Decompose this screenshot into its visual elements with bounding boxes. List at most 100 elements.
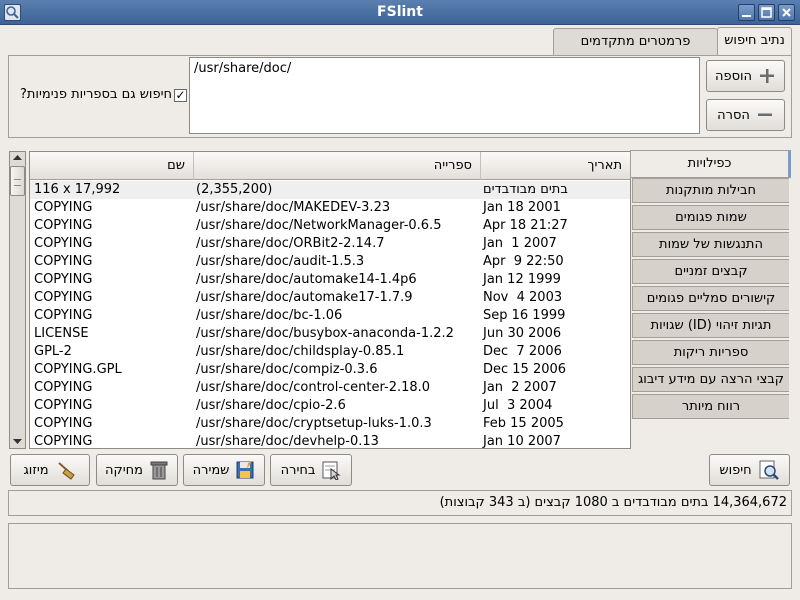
side-tab-4[interactable]: קבצים זמניים (632, 259, 789, 284)
table-row[interactable]: COPYING/usr/share/doc/control-center-2.1… (30, 379, 630, 397)
cell-name: COPYING (34, 254, 93, 269)
recurse-label: חיפוש גם בספריות פנימיות? (19, 87, 172, 102)
cell-date: Feb 15 2005 (483, 416, 564, 431)
table-row[interactable]: COPYING/usr/share/doc/cpio-2.6 Jul 3 2004 (30, 397, 630, 415)
status-bar: 14,364,672 בתים מבודבדים ב 1080 קבצים (ב… (8, 490, 792, 516)
cell-directory: /usr/share/doc/automake14-1.4p6 (196, 272, 417, 287)
side-tab-5[interactable]: קישורים סמליים פגומים (632, 286, 789, 311)
cell-name: LICENSE (34, 326, 89, 341)
table-row[interactable]: COPYING/usr/share/doc/ORBit2-2.14.7 Jan 1… (30, 235, 630, 253)
side-tab-2[interactable]: שמות פגומים (632, 205, 789, 230)
cell-directory: /usr/share/doc/audit-1.5.3 (196, 254, 365, 269)
cell-date: Jan 10 2007 (483, 434, 561, 449)
column-header-directory[interactable]: ספרייה (194, 152, 481, 180)
cell-directory: /usr/share/doc/NetworkManager-0.6.5 (196, 218, 442, 233)
results-list[interactable]: שם ספרייה תאריך 116 x 17,992 (2,355,200) ב… (29, 151, 631, 449)
scroll-thumb[interactable] (10, 166, 25, 196)
table-row[interactable]: COPYING/usr/share/doc/devhelp-0.13 Jan 10… (30, 433, 630, 449)
side-tab-7[interactable]: ספריות ריקות (632, 340, 789, 365)
cell-directory: (2,355,200) (196, 182, 273, 197)
add-path-button[interactable]: הוספה (706, 60, 785, 92)
cell-name: COPYING (34, 200, 93, 215)
cell-date: Jun 30 2006 (483, 326, 562, 341)
remove-path-label: הסרה (717, 107, 750, 123)
cell-directory: /usr/share/doc/bc-1.06 (196, 308, 343, 323)
cell-name: COPYING (34, 308, 93, 323)
table-row[interactable]: 116 x 17,992 (2,355,200) בתים מבודבדים (30, 181, 630, 199)
cell-directory: /usr/share/doc/cryptsetup-luks-1.0.3 (196, 416, 432, 431)
cell-name: COPYING (34, 236, 93, 251)
remove-path-button[interactable]: הסרה (706, 99, 785, 131)
merge-label: מיזוג (23, 462, 49, 478)
magnifier-icon[interactable] (4, 4, 21, 21)
status-text: 14,364,672 בתים מבודבדים ב 1080 קבצים (ב… (439, 495, 787, 510)
side-tab-3[interactable]: התנגשות של שמות (632, 232, 789, 257)
cell-directory: /usr/share/doc/ORBit2-2.14.7 (196, 236, 385, 251)
search-path-item[interactable]: /usr/share/doc/ (194, 61, 695, 76)
cell-date: Jan 12 1999 (483, 272, 561, 287)
merge-button[interactable]: מיזוג (10, 454, 90, 486)
find-label: חיפוש (719, 462, 752, 478)
cell-name: GPL-2 (34, 344, 72, 359)
table-row[interactable]: COPYING/usr/share/doc/automake17-1.7.9 No… (30, 289, 630, 307)
table-row[interactable]: COPYING.GPL/usr/share/doc/compiz-0.3.6 De… (30, 361, 630, 379)
close-icon[interactable] (778, 4, 795, 21)
delete-label: מחיקה (105, 462, 143, 478)
cell-date: Apr 9 22:50 (483, 254, 564, 269)
maximize-icon[interactable] (758, 4, 775, 21)
cell-directory: /usr/share/doc/compiz-0.3.6 (196, 362, 378, 377)
cell-name: COPYING (34, 416, 93, 431)
cell-date: Jan 1 2007 (483, 236, 557, 251)
plus-icon (760, 69, 775, 83)
cell-directory: /usr/share/doc/control-center-2.18.0 (196, 380, 431, 395)
scroll-up-icon[interactable] (10, 152, 25, 164)
cell-name: COPYING.GPL (34, 362, 122, 377)
tab-label: נתיב חיפוש (724, 33, 785, 48)
cell-date: Jan 18 2001 (483, 200, 561, 215)
tab-search-path[interactable]: נתיב חיפוש (717, 27, 792, 56)
select-button[interactable]: בחירה (270, 454, 352, 486)
find-button[interactable]: חיפוש (709, 454, 790, 486)
find-icon (759, 460, 779, 480)
save-button[interactable]: שמירה (183, 454, 265, 486)
cell-date: Apr 18 21:27 (483, 218, 568, 233)
search-path-list[interactable]: /usr/share/doc/ (189, 57, 700, 134)
cell-directory: /usr/share/doc/busybox-anaconda-1.2.2 (196, 326, 454, 341)
delete-button[interactable]: מחיקה (96, 454, 178, 486)
cell-date: Jan 2 2007 (483, 380, 557, 395)
output-pane[interactable] (8, 523, 792, 589)
table-row[interactable]: LICENSE/usr/share/doc/busybox-anaconda-1… (30, 325, 630, 343)
cell-name: COPYING (34, 272, 93, 287)
table-row[interactable]: COPYING/usr/share/doc/NetworkManager-0.6… (30, 217, 630, 235)
pane-resize-handle[interactable] (376, 517, 424, 527)
side-tab-9[interactable]: רווח מיותר (632, 394, 789, 419)
recurse-checkbox[interactable]: ✓ (174, 89, 187, 102)
minimize-icon[interactable] (738, 4, 755, 21)
cell-date: Nov 4 2003 (483, 290, 563, 305)
minus-icon (757, 113, 772, 116)
cell-date: בתים מבודבדים (483, 182, 568, 197)
cell-name: 116 x 17,992 (34, 182, 121, 197)
column-header-name[interactable]: שם (30, 152, 194, 180)
side-tab-1[interactable]: חבילות מותקנות (632, 178, 789, 203)
table-row[interactable]: COPYING/usr/share/doc/MAKEDEV-3.23 Jan 18… (30, 199, 630, 217)
side-tab-0[interactable]: כפילויות (630, 150, 791, 178)
table-row[interactable]: COPYING/usr/share/doc/audit-1.5.3 Apr 9 2… (30, 253, 630, 271)
column-header-date[interactable]: תאריך (481, 152, 630, 180)
table-row[interactable]: COPYING/usr/share/doc/bc-1.06 Sep 16 1999 (30, 307, 630, 325)
cell-directory: /usr/share/doc/automake17-1.7.9 (196, 290, 413, 305)
select-label: בחירה (280, 462, 316, 478)
table-row[interactable]: COPYING/usr/share/doc/cryptsetup-luks-1.… (30, 415, 630, 433)
table-row[interactable]: COPYING/usr/share/doc/automake14-1.4p6 Ja… (30, 271, 630, 289)
side-tab-8[interactable]: קבצי הרצה עם מידע דיבוג (632, 367, 789, 392)
cell-directory: /usr/share/doc/MAKEDEV-3.23 (196, 200, 391, 215)
cell-directory: /usr/share/doc/childsplay-0.85.1 (196, 344, 405, 359)
side-tab-6[interactable]: תגיות זיהוי (ID) שגויות (632, 313, 789, 338)
cell-directory: /usr/share/doc/cpio-2.6 (196, 398, 346, 413)
scroll-down-icon[interactable] (10, 435, 25, 447)
cell-name: COPYING (34, 218, 93, 233)
tab-advanced-search[interactable]: פרמטרים מתקדמים לחיפוש (553, 28, 718, 75)
cell-name: COPYING (34, 398, 93, 413)
table-row[interactable]: GPL-2/usr/share/doc/childsplay-0.85.1 Dec… (30, 343, 630, 361)
cell-name: COPYING (34, 290, 93, 305)
